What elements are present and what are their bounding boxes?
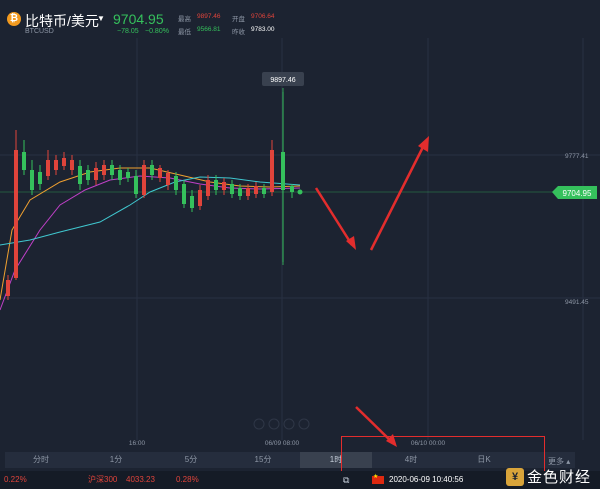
stat-value-prev-close: 9783.00 [251,26,275,33]
ticker-datetime: 2020-06-09 10:40:56 [389,475,464,484]
stat-label-high: 最高 [178,16,191,23]
header: ₿ 比特币/美元 ▼ BTCUSD 9704.95 −78.05 −0.80% … [0,0,600,36]
timezone-icon[interactable]: ⧉ [343,475,353,485]
tab-15min[interactable]: 15分 [227,452,299,468]
candle [54,160,58,170]
last-price: 9704.95 [113,11,164,27]
annotation-arrows [314,136,429,447]
reset-icon[interactable] [283,418,295,430]
candle [290,186,294,192]
candle [262,188,266,194]
candle [126,172,130,178]
stat-label-low: 最低 [178,29,191,36]
candle [94,168,98,180]
bitcoin-icon: ₿ [7,12,21,26]
high-marker-label: 9897.46 [270,77,295,84]
stat-label-prev-close: 昨收 [232,29,245,36]
price-change: −78.05 [117,28,139,35]
candle [281,152,285,190]
candle [166,173,170,185]
candle [158,168,162,178]
candle [222,182,226,190]
candle [38,172,42,184]
x-tick-label: 16:00 [129,440,146,447]
current-price-dot [297,189,303,195]
candle [246,188,250,196]
candle [22,152,26,170]
candle [206,180,210,196]
y-tick-label: 9777.41 [565,153,589,160]
ticker-index-pct: 0.28% [176,475,199,484]
price-change-pct: −0.80% [145,28,169,35]
candle [70,160,74,170]
ma-line-2 [0,175,301,311]
candle [270,150,274,192]
zoom-in-icon[interactable] [298,418,310,430]
candle [150,165,154,175]
candle [86,170,90,180]
china-flag-icon [372,473,384,484]
candle [102,165,106,175]
candle [78,166,82,184]
ticker-index-name[interactable]: 沪深300 [88,471,117,489]
candle [174,176,178,190]
candle [134,176,138,194]
candle [14,150,18,278]
tab-5min[interactable]: 5分 [155,452,227,468]
candle [30,170,34,190]
candle [118,170,122,180]
candle [142,165,146,195]
candle [62,158,66,166]
ticker-index-value: 4033.23 [126,475,155,484]
pair-code: BTCUSD [25,28,54,35]
ticker-left-pct: 0.22% [4,475,27,484]
candlesticks [6,92,303,300]
candle [6,280,10,296]
tab-1min[interactable]: 1分 [80,452,152,468]
candle [214,180,218,190]
pan-left-icon[interactable] [268,418,280,430]
candle [110,165,114,175]
stat-value-high: 9897.46 [197,13,221,20]
stat-value-low: 9566.81 [197,26,221,33]
current-price-label: 9704.95 [563,189,592,198]
zoom-out-icon[interactable] [253,418,265,430]
brand-logo-icon: ¥ [506,468,524,486]
candle [238,188,242,196]
candle [230,184,234,194]
candle [198,190,202,206]
price-chart[interactable]: 9897.46 9777.41 9491.45 9704.95 16:00 06… [0,38,600,458]
x-tick-label: 06/09 08:00 [265,440,300,447]
candle [46,160,50,176]
candle [190,196,194,208]
candle [182,184,186,204]
chevron-down-icon[interactable]: ▼ [97,14,105,23]
brand-name: 金色财经 [527,469,592,486]
candle [254,186,258,194]
stat-value-open: 9706.64 [251,13,275,20]
stat-label-open: 开盘 [232,16,245,23]
y-tick-label: 9491.45 [565,299,589,306]
tab-timeshare[interactable]: 分时 [5,452,77,468]
